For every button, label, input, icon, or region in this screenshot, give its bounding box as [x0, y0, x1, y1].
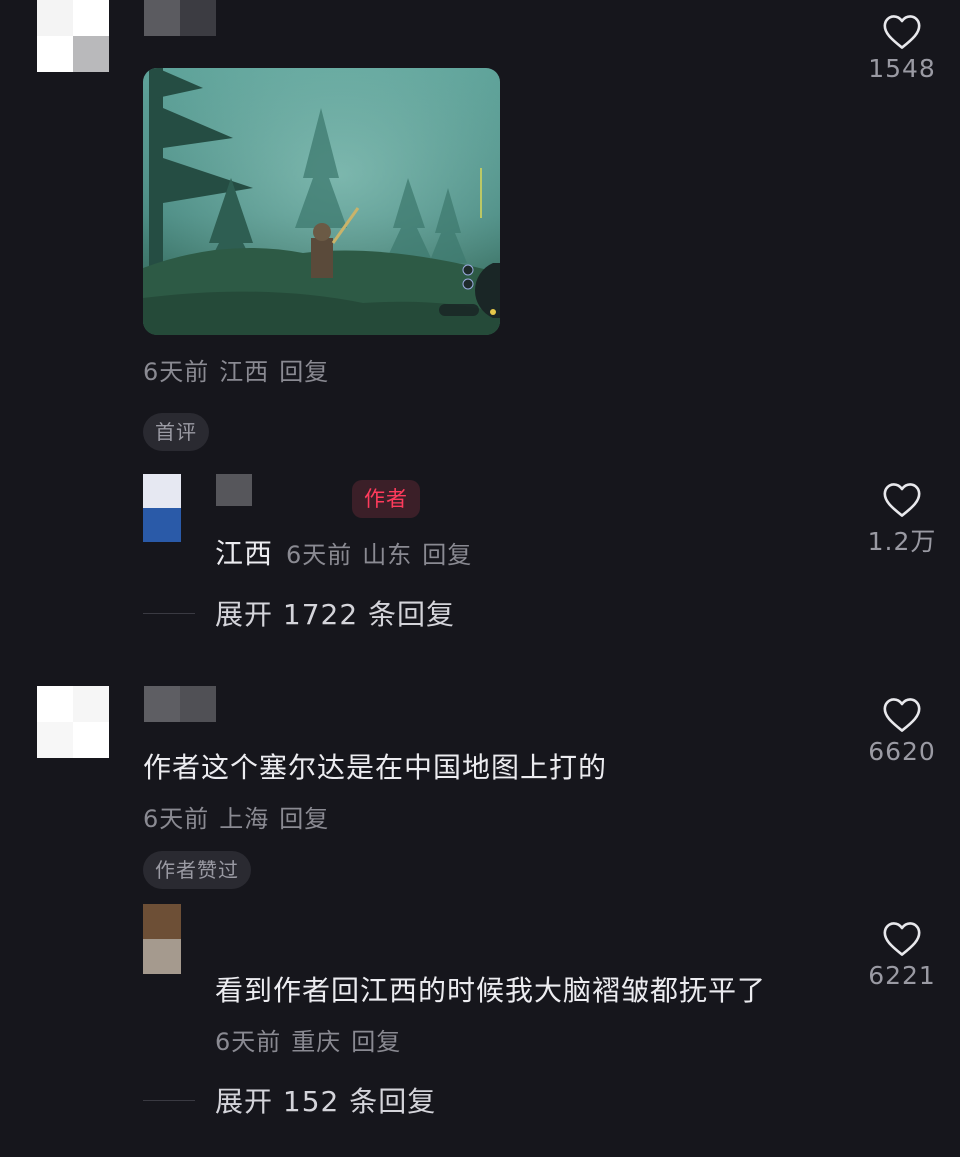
comment-meta: 6天前 山东 回复	[286, 535, 482, 570]
like-button[interactable]: 1.2万	[857, 482, 947, 558]
comment-time: 6天前	[286, 541, 353, 569]
comment-meta: 6天前 上海 回复	[143, 799, 339, 834]
reply-button[interactable]: 回复	[279, 805, 329, 833]
username[interactable]	[216, 474, 252, 506]
avatar[interactable]	[143, 904, 181, 974]
comment-text[interactable]: 江西	[215, 532, 273, 572]
comment-location: 江西	[219, 358, 270, 386]
avatar[interactable]	[37, 0, 109, 72]
expand-replies-button[interactable]: 展开 152 条回复	[143, 1080, 436, 1120]
username[interactable]	[144, 0, 216, 36]
like-count: 1.2万	[867, 527, 937, 556]
comment-image[interactable]	[143, 68, 500, 335]
first-comment-tag: 首评	[143, 413, 209, 451]
reply-button[interactable]: 回复	[422, 541, 472, 569]
divider-line	[143, 612, 195, 614]
divider-line	[143, 1099, 195, 1101]
reply-button[interactable]: 回复	[279, 358, 329, 386]
heart-outline-icon	[883, 483, 921, 517]
expand-replies-label: 展开 152 条回复	[215, 1085, 437, 1118]
like-button[interactable]: 1548	[857, 14, 947, 83]
heart-outline-icon	[883, 698, 921, 732]
heart-outline-icon	[883, 922, 921, 956]
comment-location: 上海	[219, 805, 270, 833]
game-screenshot	[143, 68, 500, 335]
comment-location: 重庆	[291, 1028, 342, 1056]
comment-text[interactable]: 看到作者回江西的时候我大脑褶皱都抚平了	[215, 969, 766, 1009]
like-button[interactable]: 6620	[857, 697, 947, 766]
comment-location: 山东	[362, 541, 413, 569]
reply-button[interactable]: 回复	[351, 1028, 401, 1056]
author-badge: 作者	[352, 480, 420, 518]
expand-replies-button[interactable]: 展开 1722 条回复	[143, 593, 455, 633]
like-count: 1548	[868, 54, 936, 83]
avatar[interactable]	[143, 474, 181, 542]
comment-time: 6天前	[215, 1028, 282, 1056]
comment-meta: 6天前 重庆 回复	[215, 1022, 411, 1057]
like-button[interactable]: 6221	[857, 921, 947, 990]
comment-text[interactable]: 作者这个塞尔达是在中国地图上打的	[143, 746, 607, 786]
like-count: 6620	[868, 737, 936, 766]
comment-time: 6天前	[143, 358, 210, 386]
like-count: 6221	[868, 961, 936, 990]
avatar[interactable]	[37, 686, 109, 758]
comment-time: 6天前	[143, 805, 210, 833]
comment-meta: 6天前 江西 回复	[143, 352, 339, 387]
heart-outline-icon	[883, 15, 921, 49]
username[interactable]	[144, 686, 216, 722]
author-liked-tag: 作者赞过	[143, 851, 251, 889]
expand-replies-label: 展开 1722 条回复	[215, 598, 456, 631]
